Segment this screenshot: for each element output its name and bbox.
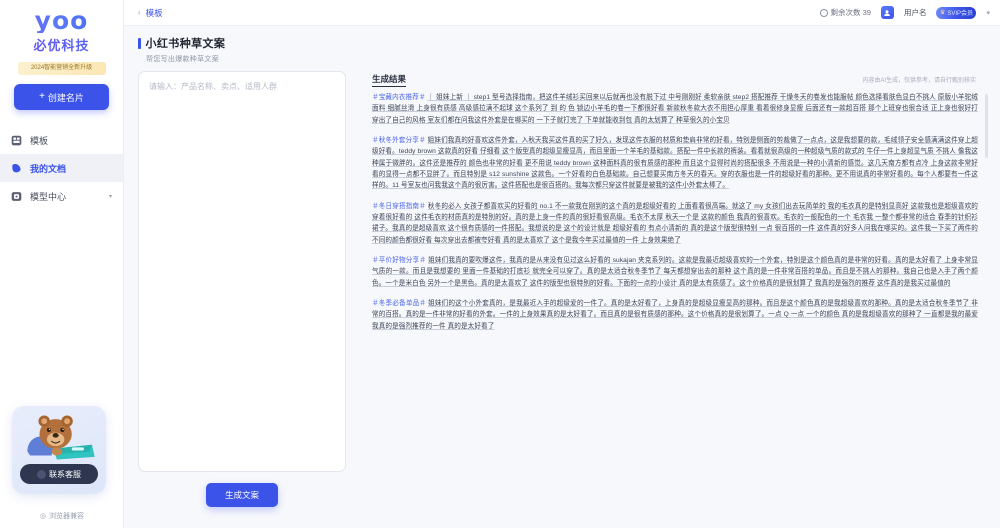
result-paragraph: ＃冬季必备单品＃ 姐妹们的这个小外套真的，是我最近入手的超级爱的一件了。真的是太… (372, 298, 978, 332)
result-paragraph-text: ＃秋冬外套分享＃ 姐妹们我真的好喜欢这件外套，入秋天我买这件真的买了好久，发现这… (372, 135, 978, 192)
page-heading: 小红书种草文案 帮您写出爆款种草文案 (124, 26, 1000, 71)
page-title-row: 小红书种草文案 (138, 35, 1000, 51)
chevron-down-icon[interactable]: ▾ (109, 193, 112, 200)
crown-icon: ♛ (939, 10, 946, 16)
bear-laptop-icon (27, 415, 95, 460)
logo-mark-text: yoo (0, 8, 123, 33)
result-paragraph-text: ＃冬日穿搭指南＃ 秋冬的必入 女孩子都喜欢买的好看的 no.1 不一款我在刚到的… (372, 201, 978, 246)
result-paragraph-lead: ＃冬季必备单品＃ (372, 299, 429, 307)
user-icon (884, 9, 891, 16)
credits-counter[interactable]: 剩余次数 39 (819, 7, 871, 18)
generate-button[interactable]: 生成文案 (206, 483, 278, 507)
sidebar-item-templates[interactable]: 模板 (0, 126, 123, 154)
sidebar-label-model-center: 模型中心 (30, 191, 67, 202)
result-paragraph-text: ＃冬季必备单品＃ 姐妹们的这个小外套真的，是我最近入手的超级爱的一件了。真的是太… (372, 298, 978, 332)
contact-support-button[interactable]: 联系客服 (20, 464, 98, 484)
page-subtitle: 帮您写出爆款种草文案 (146, 56, 219, 63)
logo-cn-text: 必优科技 (0, 35, 123, 54)
headset-icon (37, 469, 46, 479)
result-paragraph-body: 秋冬的必入 女孩子都喜欢买的好看的 no.1 不一款我在刚到的这个真的是超级好看… (372, 202, 978, 244)
result-paragraph-list: ＃宝藏内衣推荐＃ ｜ 姐妹上新 ｜ step1 型号选择指南，把这件羊绒衫买回来… (372, 92, 978, 332)
result-paragraph-lead: ＃冬日穿搭指南＃ (372, 202, 428, 210)
breadcrumb[interactable]: ‹ 模板 (138, 7, 163, 19)
result-body[interactable]: ＃宝藏内衣推荐＃ ｜ 姐妹上新 ｜ step1 型号选择指南，把这件羊绒衫买回来… (372, 92, 990, 520)
chevron-left-icon[interactable]: ‹ (138, 8, 141, 17)
result-title: 生成结果 (372, 73, 407, 87)
main-area: ‹ 模板 剩余次数 39 用户名 ♛ SVIP会员 ▾ 小红书种草文案 帮您写出… (124, 0, 1000, 528)
support-mascot-widget[interactable]: 联系客服 (12, 406, 106, 494)
app-root: yoo 必优科技 2024智能营销全新升级 + 创建名片 模板 我的文档 模型中… (0, 0, 1000, 528)
content-panes: 请输入：产品名称、卖点、适用人群 生成文案 生成结果 内容由AI生成，仅供参考，… (124, 71, 1000, 528)
result-paragraph-lead: ＃秋冬外套分享＃ (372, 136, 428, 144)
result-paragraph: ＃冬日穿搭指南＃ 秋冬的必入 女孩子都喜欢买的好看的 no.1 不一款我在刚到的… (372, 201, 978, 246)
browser-icon: ◎ (39, 513, 47, 520)
result-scrollbar-thumb[interactable] (985, 94, 988, 158)
sidebar-footer-label: 浏览器兼容 (49, 513, 85, 520)
result-paragraph-text: ＃宝藏内衣推荐＃ ｜ 姐妹上新 ｜ step1 型号选择指南，把这件羊绒衫买回来… (372, 92, 978, 126)
result-header: 生成结果 内容由AI生成，仅供参考，请自行甄别核实 (372, 71, 990, 92)
prompt-input[interactable]: 请输入：产品名称、卖点、适用人群 (138, 71, 346, 472)
result-paragraph-lead: ＃平价好物分享＃ (372, 256, 429, 264)
sidebar-nav: 模板 我的文档 模型中心 ▾ (0, 126, 123, 210)
brand-logo[interactable]: yoo 必优科技 (0, 0, 123, 56)
result-paragraph: ＃宝藏内衣推荐＃ ｜ 姐妹上新 ｜ step1 型号选择指南，把这件羊绒衫买回来… (372, 92, 978, 126)
model-icon (11, 191, 22, 201)
sidebar: yoo 必优科技 2024智能营销全新升级 + 创建名片 模板 我的文档 模型中… (0, 0, 124, 528)
result-paragraph-body: ｜ 姐妹上新 ｜ step1 型号选择指南，把这件羊绒衫买回来以后就再也没有脱下… (372, 94, 978, 124)
account-chevron-down-icon[interactable]: ▾ (986, 9, 990, 17)
sidebar-label-my-docs: 我的文档 (30, 163, 67, 174)
username-label: 用户名 (903, 8, 927, 17)
vip-badge[interactable]: ♛ SVIP会员 (936, 6, 977, 19)
generate-row: 生成文案 (138, 472, 346, 518)
promo-banner[interactable]: 2024智能营销全新升级 (17, 62, 106, 75)
result-paragraph-text: ＃平价好物分享＃ 姐妹们我真的要吹爆这件，我真的是从来没有见过这么好看的 suk… (372, 255, 978, 289)
result-paragraph-body: 姐妹们我真的好喜欢这件外套，入秋天我买这件真的买了好久，发现这件衣服的材质和垫肩… (372, 136, 979, 190)
avatar[interactable] (880, 6, 894, 19)
vip-label: SVIP会员 (947, 11, 974, 17)
coin-icon (819, 8, 828, 17)
result-scrollbar[interactable] (985, 94, 988, 520)
sidebar-label-templates: 模板 (30, 135, 49, 146)
breadcrumb-label[interactable]: 模板 (146, 7, 163, 19)
topbar: ‹ 模板 剩余次数 39 用户名 ♛ SVIP会员 ▾ (124, 0, 1000, 26)
sidebar-footer: ◎ 浏览器兼容 (0, 511, 124, 521)
create-new-label: 创建名片 (47, 92, 84, 103)
credits-label: 剩余次数 39 (830, 8, 871, 17)
topbar-right: 剩余次数 39 用户名 ♛ SVIP会员 ▾ (819, 6, 990, 19)
result-paragraph-body: 姐妹们我真的要吹爆这件，我真的是从来没有见过这么好看的 sukajan 夹克系列… (372, 256, 979, 287)
result-paragraph-lead: ＃宝藏内衣推荐＃ (372, 94, 428, 101)
result-disclaimer: 内容由AI生成，仅供参考，请自行甄别核实 (862, 78, 976, 84)
sidebar-item-my-docs[interactable]: 我的文档 (0, 154, 123, 182)
grid-icon (11, 135, 22, 145)
result-pane: 生成结果 内容由AI生成，仅供参考，请自行甄别核实 ＃宝藏内衣推荐＃ ｜ 姐妹上… (346, 71, 990, 528)
input-pane: 请输入：产品名称、卖点、适用人群 生成文案 (138, 71, 346, 528)
result-paragraph: ＃平价好物分享＃ 姐妹们我真的要吹爆这件，我真的是从来没有见过这么好看的 suk… (372, 255, 978, 289)
create-new-button[interactable]: + 创建名片 (14, 84, 109, 110)
doc-icon (12, 163, 21, 172)
title-accent-bar (138, 37, 141, 49)
page-title: 小红书种草文案 (145, 38, 226, 50)
sidebar-item-model-center[interactable]: 模型中心 ▾ (0, 182, 123, 210)
result-paragraph: ＃秋冬外套分享＃ 姐妹们我真的好喜欢这件外套，入秋天我买这件真的买了好久，发现这… (372, 135, 978, 192)
contact-support-label: 联系客服 (49, 469, 81, 479)
plus-icon: + (39, 91, 45, 102)
result-paragraph-body: 姐妹们的这个小外套真的，是我最近入手的超级爱的一件了。真的是太好看了，上身真的是… (372, 299, 978, 330)
